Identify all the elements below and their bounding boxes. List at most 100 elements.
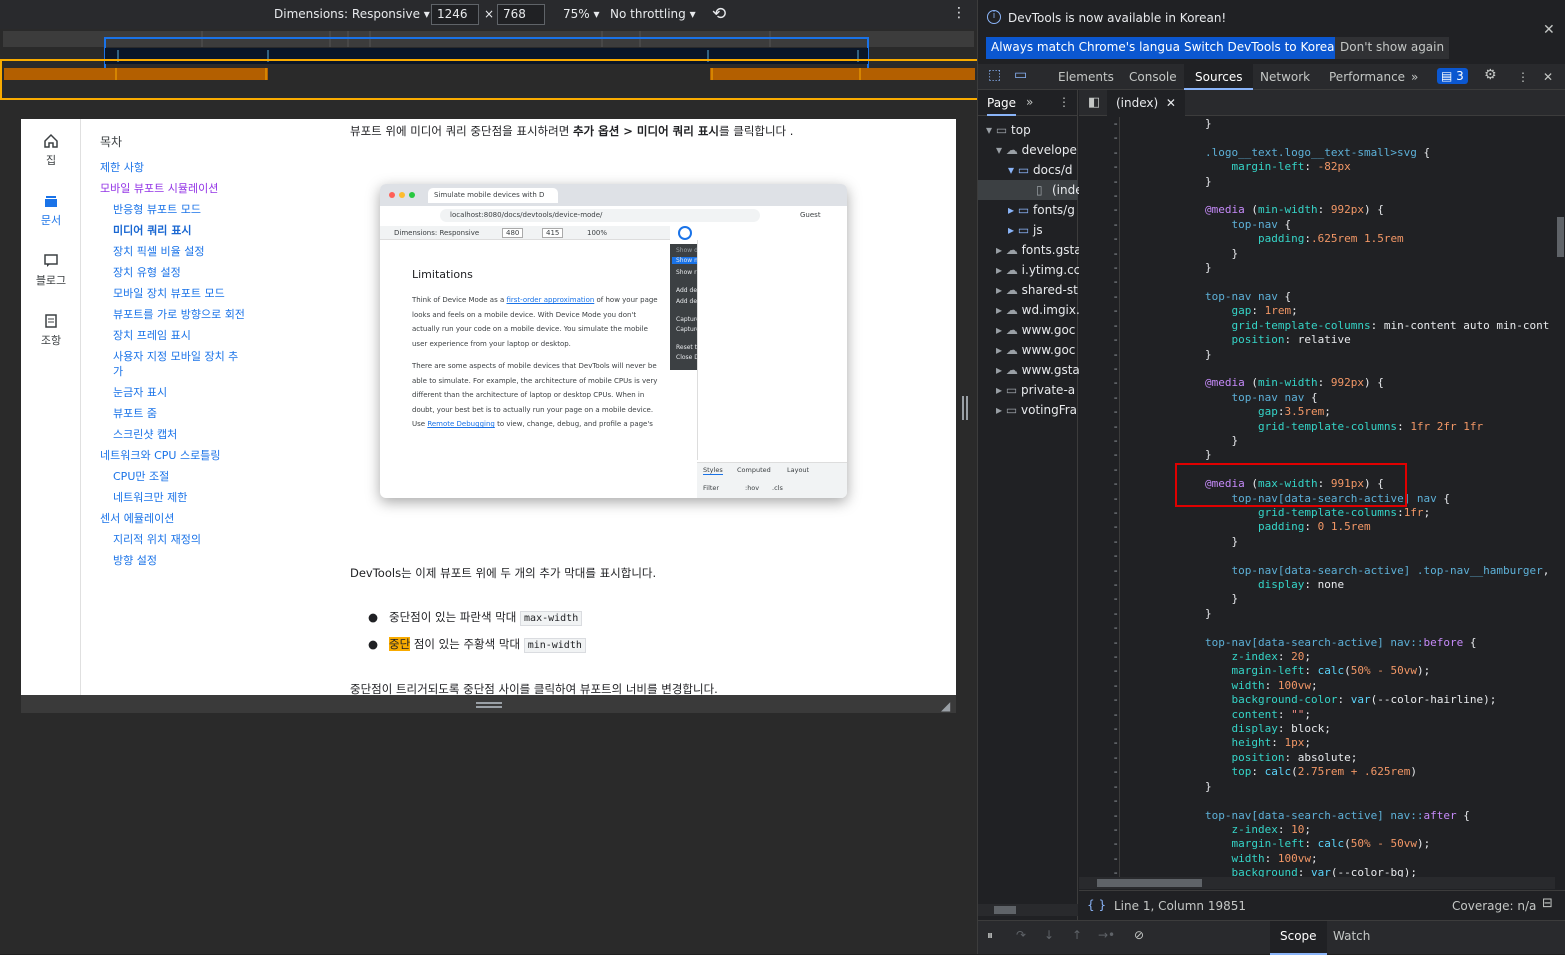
device-toggle-icon[interactable]: ▭ <box>1014 67 1027 83</box>
toc-item[interactable]: 지리적 위치 재정의 <box>113 531 201 547</box>
tree-folder[interactable]: ▾ ▭ docs/d <box>1008 163 1072 177</box>
viewport-bottom-resizer[interactable]: ◢ <box>21 695 956 713</box>
more-nav-icon[interactable]: » <box>1026 95 1033 109</box>
toc-item[interactable]: 제한 사항 <box>100 159 144 175</box>
tree-frame[interactable]: ▸ ▭ private-a <box>996 383 1075 397</box>
tab-page[interactable]: Page <box>987 96 1017 116</box>
toc-item[interactable]: 장치 프레임 표시 <box>113 327 191 343</box>
bullet-dot: ● <box>368 637 379 651</box>
tab-console[interactable]: Console <box>1129 70 1177 84</box>
toc-item[interactable]: CPU만 조절 <box>113 468 169 484</box>
tree-origin[interactable]: ▸ ☁ www.gsta <box>996 363 1080 377</box>
tree-origin[interactable]: ▸ ☁ fonts.gsta <box>996 243 1082 257</box>
toc-item[interactable]: 스크린샷 캡처 <box>113 426 177 442</box>
editor-tab-index[interactable]: (index) ✕ <box>1107 90 1185 116</box>
home-icon <box>44 133 58 148</box>
nav-home[interactable]: 집 <box>21 133 81 168</box>
site-nav-rail: 집 문서 블로그 조항 <box>21 119 81 695</box>
tree-origin[interactable]: ▾ ☁ develope <box>996 143 1077 157</box>
tab-network[interactable]: Network <box>1260 70 1310 84</box>
more-icon[interactable]: ⋮ <box>1517 70 1529 84</box>
close-tab-icon[interactable]: ✕ <box>1166 96 1176 110</box>
tab-sources[interactable]: Sources <box>1184 64 1254 90</box>
more-tabs-icon[interactable]: » <box>1411 70 1418 84</box>
toc-item[interactable]: 네트워크와 CPU 스로틀링 <box>100 447 220 463</box>
toc-item[interactable]: 뷰포트를 가로 방향으로 회전 <box>113 306 245 322</box>
throttling-dropdown[interactable]: No throttling ▾ <box>610 7 696 21</box>
tree-origin[interactable]: ▸ ☁ i.ytimg.cc <box>996 263 1080 277</box>
tree-origin[interactable]: ▸ ☁ wd.imgix. <box>996 303 1080 317</box>
toc-item[interactable]: 네트워크만 제한 <box>113 489 187 505</box>
pretty-print-icon[interactable]: { } <box>1087 898 1106 912</box>
toc-item-active[interactable]: 미디어 쿼리 표시 <box>113 222 192 238</box>
tree-origin[interactable]: ▸ ☁ www.goc <box>996 323 1075 337</box>
zoom-dropdown[interactable]: 75% ▾ <box>563 7 600 21</box>
info-icon: i <box>987 10 1001 24</box>
viewport-right-resizer[interactable] <box>962 396 968 420</box>
tree-folder[interactable]: ▸ ▭ fonts/g <box>1008 203 1075 217</box>
tab-watch[interactable]: Watch <box>1333 929 1370 943</box>
dimensions-dropdown[interactable]: Dimensions: Responsive ▾ <box>274 7 430 21</box>
min-width-bar-left[interactable] <box>4 68 268 80</box>
drawer-toggle-icon[interactable]: ⊟ <box>1542 896 1553 911</box>
issues-icon: ▤ <box>1441 69 1453 83</box>
close-devtools-icon[interactable]: ✕ <box>1543 70 1553 84</box>
tree-frame[interactable]: ▸ ▭ votingFra <box>996 403 1077 417</box>
step-over-icon[interactable]: ↷ <box>1016 928 1026 942</box>
deactivate-breakpoints-icon[interactable]: ⊘ <box>1134 928 1144 942</box>
nav-scrollbar[interactable] <box>978 904 1078 916</box>
issues-badge[interactable]: ▤ 3 <box>1437 68 1468 84</box>
tree-file-selected[interactable]: ▯ (inde <box>978 180 1083 200</box>
step-into-icon[interactable]: ↓ <box>1044 928 1054 942</box>
tab-scope[interactable]: Scope <box>1270 921 1327 955</box>
dont-show-button[interactable]: Don't show again <box>1335 37 1450 59</box>
toc-item[interactable]: 눈금자 표시 <box>113 384 167 400</box>
width-input[interactable]: 1246 <box>431 4 479 25</box>
toc-item[interactable]: 모바일 장치 뷰포트 모드 <box>113 285 225 301</box>
step-icon[interactable]: →• <box>1098 928 1115 942</box>
match-language-button[interactable]: Always match Chrome's language <box>986 37 1200 59</box>
toc-item[interactable]: 반응형 뷰포트 모드 <box>113 201 201 217</box>
max-width-bar[interactable] <box>105 48 868 64</box>
close-icon[interactable]: ✕ <box>1543 22 1555 38</box>
editor-hscrollbar[interactable] <box>1079 877 1555 889</box>
pause-icon[interactable]: ⏸ <box>987 928 993 943</box>
nav-home-label: 집 <box>45 154 57 167</box>
toc-item[interactable]: 뷰포트 줌 <box>113 405 157 421</box>
toc-item[interactable]: 방향 설정 <box>113 552 157 568</box>
tree-origin[interactable]: ▸ ☁ shared-st <box>996 283 1078 297</box>
step-out-icon[interactable]: ↑ <box>1072 928 1082 942</box>
inspect-icon[interactable]: ⬚ <box>988 67 1001 83</box>
nav-docs[interactable]: 문서 <box>21 193 81 228</box>
toc-item[interactable]: 센서 에뮬레이션 <box>100 510 174 526</box>
figure-url: localhost:8080/docs/devtools/device-mode… <box>440 209 760 222</box>
blog-icon <box>44 254 58 267</box>
toc-item[interactable]: 장치 픽셀 비율 설정 <box>113 243 204 259</box>
switch-korean-button[interactable]: Switch DevTools to Korean <box>1179 37 1348 59</box>
file-navigator: Page » ⋮ ▾ ▭ top ▾ ☁ develope ▾ ▭ docs/d… <box>978 90 1083 920</box>
nav-articles[interactable]: 조항 <box>21 313 81 348</box>
figure-width: 480 <box>502 228 524 238</box>
toc-item[interactable]: 사용자 지정 모바일 장치 추 <box>113 348 238 364</box>
tab-performance[interactable]: Performance <box>1329 70 1405 84</box>
rotate-icon[interactable]: ⟲ <box>712 4 726 24</box>
toc-item[interactable]: 모바일 뷰포트 시뮬레이션 <box>100 180 218 196</box>
tab-elements[interactable]: Elements <box>1058 70 1114 84</box>
toc-item[interactable]: 장치 유형 설정 <box>113 264 181 280</box>
line-gutter: - - - - - - - - - - - - - - - - - - - - … <box>1112 117 1119 880</box>
tree-folder[interactable]: ▸ ▭ js <box>1008 223 1043 237</box>
settings-icon[interactable]: ⚙ <box>1484 67 1497 83</box>
coverage-status: Coverage: n/a <box>1452 899 1537 913</box>
editor-vscrollbar[interactable] <box>1555 117 1565 877</box>
tree-top[interactable]: ▾ ▭ top <box>986 123 1031 137</box>
height-input[interactable]: 768 <box>497 4 545 25</box>
min-width-bar-right[interactable] <box>710 68 975 80</box>
resize-corner-icon[interactable]: ◢ <box>941 699 950 713</box>
toggle-navigator-icon[interactable]: ◧ <box>1088 95 1100 110</box>
toc-item-continued[interactable]: 가 <box>113 363 123 379</box>
nav-menu-icon[interactable]: ⋮ <box>1058 95 1070 109</box>
tree-origin[interactable]: ▸ ☁ www.goc <box>996 343 1075 357</box>
nav-blog[interactable]: 블로그 <box>21 253 81 288</box>
more-options-icon[interactable]: ⋮ <box>952 5 966 21</box>
menu-path: 추가 옵션 > 미디어 쿼리 표시 <box>572 124 719 138</box>
